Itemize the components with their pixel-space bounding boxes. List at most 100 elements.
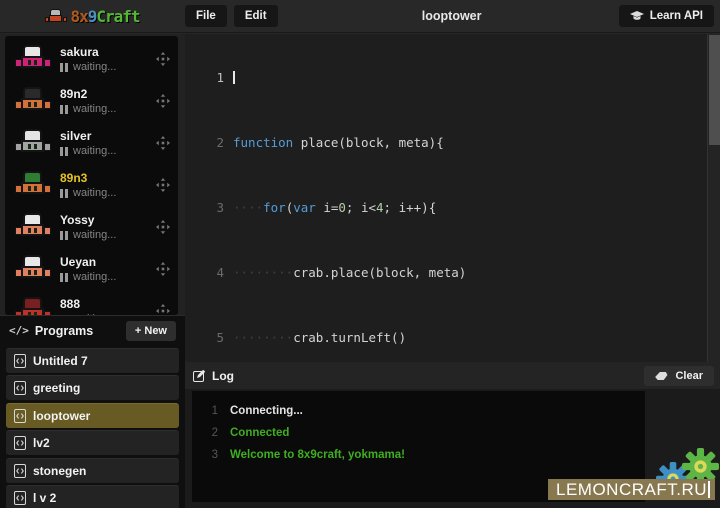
player-row[interactable]: Yossy waiting...: [5, 206, 178, 248]
programs-header: </> Programs + New: [6, 316, 179, 345]
program-item[interactable]: lv2: [6, 430, 179, 455]
crab-avatar: [15, 44, 51, 74]
program-file-icon: [14, 491, 26, 505]
log-header: Log Clear: [185, 362, 720, 389]
code-text: ········crab.turnLeft(): [233, 330, 406, 346]
program-name: lv2: [33, 436, 50, 450]
log-entry-number: 2: [192, 422, 230, 444]
player-status-text: waiting...: [73, 271, 116, 283]
player-row[interactable]: Ueyan waiting...: [5, 248, 178, 290]
crab-avatar: [15, 86, 51, 116]
player-info: 89n3 waiting...: [60, 171, 156, 199]
program-item[interactable]: greeting: [6, 375, 179, 400]
app-window: 8x9Craft File Edit looptower Learn API s…: [0, 0, 720, 508]
editor-scrollbar[interactable]: [707, 34, 720, 362]
new-program-button[interactable]: + New: [126, 321, 176, 341]
scrollbar-thumb[interactable]: [709, 35, 720, 145]
line-number: 1: [185, 70, 233, 86]
code-line[interactable]: 3 ····for(var i=0; i<4; i++){: [185, 200, 720, 216]
crab-avatar: [15, 254, 51, 284]
code-text: ········crab.place(block, meta): [233, 265, 466, 281]
file-menu-button[interactable]: File: [185, 5, 227, 27]
program-file-icon: [14, 436, 26, 450]
player-name: Yossy: [60, 213, 156, 227]
learn-api-button[interactable]: Learn API: [619, 5, 714, 27]
log-entry-number: 1: [192, 400, 230, 422]
crab-avatar: [15, 212, 51, 242]
log-entry-text: Welcome to 8x9craft, yokmama!: [230, 444, 405, 466]
move-player-icon[interactable]: [156, 220, 170, 234]
player-status: waiting...: [60, 145, 156, 157]
program-file-icon: [14, 354, 26, 368]
code-text: ····for(var i=0; i<4; i++){: [233, 200, 436, 216]
code-line[interactable]: 4 ········crab.place(block, meta): [185, 265, 720, 281]
move-player-icon[interactable]: [156, 178, 170, 192]
log-entry: 3 Welcome to 8x9craft, yokmama!: [192, 444, 645, 466]
eraser-icon: [655, 371, 669, 381]
program-name: looptower: [33, 409, 90, 423]
player-row[interactable]: 89n2 waiting...: [5, 80, 178, 122]
player-status-text: waiting...: [73, 61, 116, 73]
move-player-icon[interactable]: [156, 304, 170, 315]
code-text: function place(block, meta){: [233, 135, 444, 151]
player-info: 89n2 waiting...: [60, 87, 156, 115]
player-status-text: waiting...: [73, 229, 116, 241]
player-status: waiting...: [60, 103, 156, 115]
player-status: waiting...: [60, 61, 156, 73]
pause-icon: [60, 63, 68, 72]
player-name: 888: [60, 297, 156, 311]
line-number: 4: [185, 265, 233, 281]
program-item[interactable]: Untitled 7: [6, 348, 179, 373]
crab-logo-icon: [45, 9, 67, 24]
code-line[interactable]: 1: [185, 70, 720, 86]
program-file-icon: [14, 464, 26, 478]
clear-log-button[interactable]: Clear: [644, 366, 714, 386]
pause-icon: [60, 273, 68, 282]
programs-panel: </> Programs + New Untitled 7 greeting l…: [0, 315, 185, 508]
program-item[interactable]: looptower: [6, 403, 179, 428]
programs-header-label: Programs: [35, 324, 126, 338]
program-item[interactable]: stonegen: [6, 458, 179, 483]
graduation-cap-icon: [630, 11, 644, 21]
player-name: Ueyan: [60, 255, 156, 269]
player-name: 89n3: [60, 171, 156, 185]
crab-avatar: [15, 296, 51, 315]
move-player-icon[interactable]: [156, 136, 170, 150]
player-status: waiting...: [60, 271, 156, 283]
move-player-icon[interactable]: [156, 94, 170, 108]
edit-menu-button[interactable]: Edit: [234, 5, 278, 27]
player-info: sakura waiting...: [60, 45, 156, 73]
move-player-icon[interactable]: [156, 52, 170, 66]
code-line[interactable]: 5 ········crab.turnLeft(): [185, 330, 720, 346]
program-name: stonegen: [33, 464, 86, 478]
code-area[interactable]: 1 2 function place(block, meta){ 3 ····f…: [185, 34, 720, 362]
player-row[interactable]: 89n3 waiting...: [5, 164, 178, 206]
line-number: 2: [185, 135, 233, 151]
crab-avatar: [15, 128, 51, 158]
player-row[interactable]: sakura waiting...: [5, 38, 178, 80]
log-entry: 2 Connected: [192, 422, 645, 444]
code-text: [233, 70, 235, 86]
watermark-text: LEMONCRAFT.RU: [556, 480, 707, 500]
pause-icon: [60, 189, 68, 198]
line-number: 5: [185, 330, 233, 346]
code-line[interactable]: 2 function place(block, meta){: [185, 135, 720, 151]
sidebar: sakura waiting... 89n2: [0, 34, 185, 508]
player-name: sakura: [60, 45, 156, 59]
program-name: l v 2: [33, 491, 56, 505]
program-item[interactable]: l v 2: [6, 485, 179, 508]
app-logo: 8x9Craft: [0, 7, 185, 26]
player-row[interactable]: silver waiting...: [5, 122, 178, 164]
move-player-icon[interactable]: [156, 262, 170, 276]
code-editor[interactable]: 1 2 function place(block, meta){ 3 ····f…: [185, 34, 720, 362]
watermark-banner: LEMONCRAFT.RU: [548, 479, 715, 500]
player-list: sakura waiting... 89n2: [5, 36, 178, 315]
programs-list: Untitled 7 greeting looptower lv2 stoneg…: [6, 348, 179, 508]
app-title: 8x9Craft: [70, 7, 139, 26]
player-info: Ueyan waiting...: [60, 255, 156, 283]
log-entry-text: Connected: [230, 422, 289, 444]
player-row[interactable]: 888 waiting...: [5, 290, 178, 315]
program-name: Untitled 7: [33, 354, 88, 368]
player-info: 888 waiting...: [60, 297, 156, 315]
player-name: silver: [60, 129, 156, 143]
